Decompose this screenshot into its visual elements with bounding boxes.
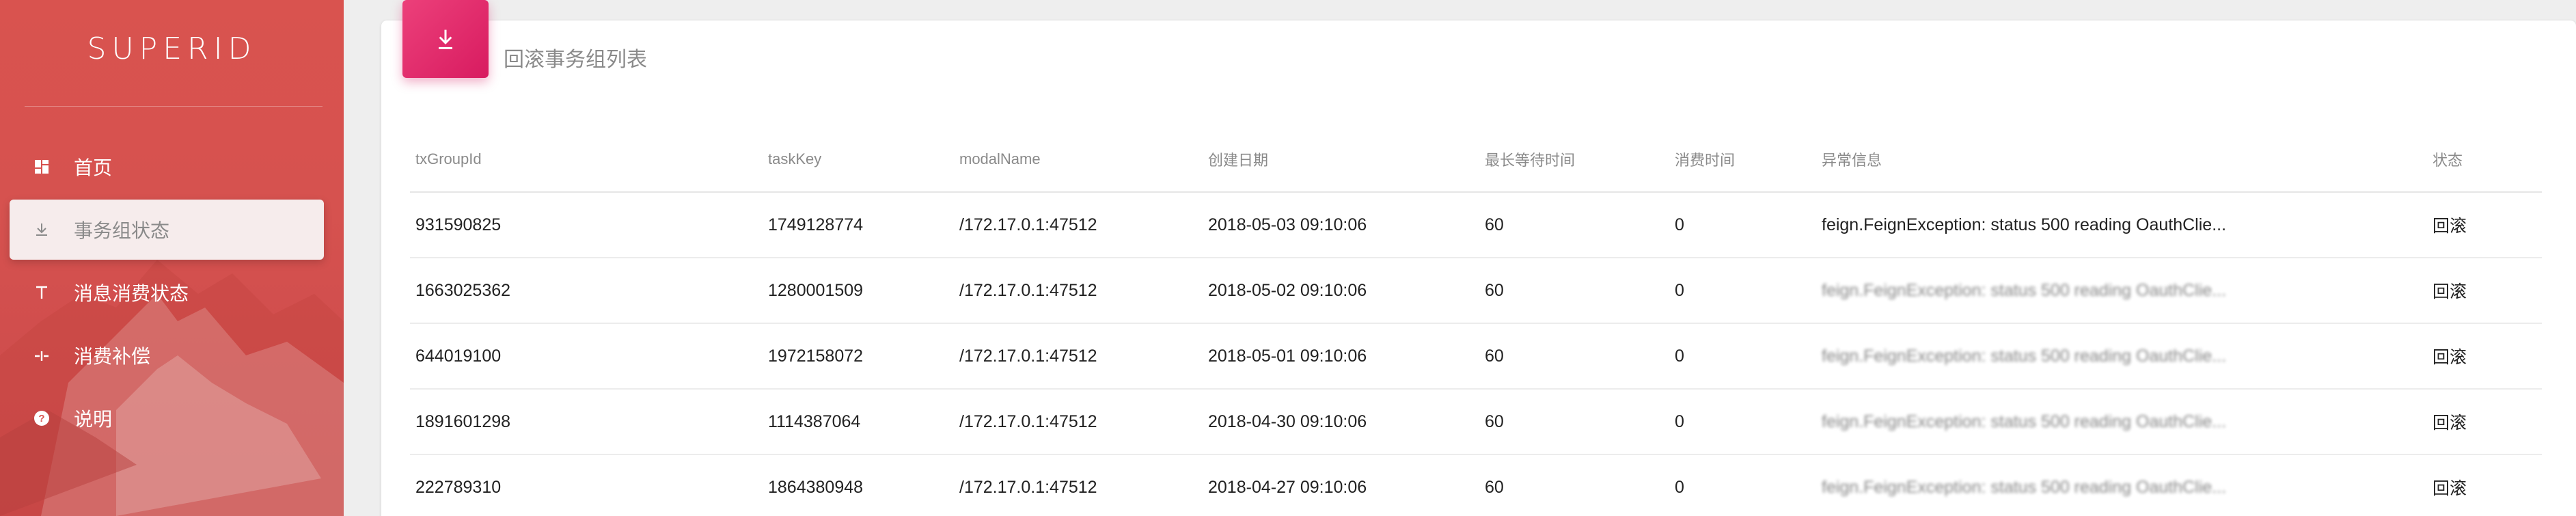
sidebar-item-label: 事务组状态 xyxy=(74,220,170,241)
dashboard-icon xyxy=(31,157,52,177)
sidebar-item-label: 首页 xyxy=(74,157,113,178)
column-header-max-wait[interactable]: 最长等待时间 xyxy=(1485,127,1662,191)
text-icon xyxy=(31,282,52,303)
modalname-cell: /172.17.0.1:47512 xyxy=(959,215,1097,234)
table-row[interactable]: 222789310 1864380948 /172.17.0.1:47512 2… xyxy=(410,455,2542,516)
sidebar-nav: 首页 事务组状态 消息消费状态 消费补偿 ? 说明 xyxy=(0,137,344,451)
error-cell: feign.FeignException: status 500 reading… xyxy=(1822,346,2227,366)
created-cell: 2018-04-27 09:10:06 xyxy=(1208,477,1367,497)
sidebar-item-home[interactable]: 首页 xyxy=(10,137,324,197)
table-row[interactable]: 931590825 1749128774 /172.17.0.1:47512 2… xyxy=(410,193,2542,258)
column-header-modalname[interactable]: modalName xyxy=(959,127,1198,191)
sidebar-item-tx-group-status[interactable]: 事务组状态 xyxy=(10,200,324,260)
modalname-cell: /172.17.0.1:47512 xyxy=(959,280,1097,300)
consume-time-cell: 0 xyxy=(1675,280,1684,300)
txgroupid-cell: 644019100 xyxy=(415,346,502,366)
created-cell: 2018-04-30 09:10:06 xyxy=(1208,411,1367,431)
column-header-error[interactable]: 异常信息 xyxy=(1822,127,2286,191)
column-header-status[interactable]: 状态 xyxy=(2433,127,2515,191)
taskkey-cell: 1749128774 xyxy=(768,215,864,234)
sidebar: SUPERID 首页 事务组状态 消息消费状态 消费补偿 ? 说明 xyxy=(0,0,344,516)
brand-divider xyxy=(25,106,323,107)
taskkey-cell: 1972158072 xyxy=(768,346,864,366)
error-cell: feign.FeignException: status 500 reading… xyxy=(1822,411,2227,431)
status-link[interactable]: 回滚 xyxy=(2433,193,2515,257)
modalname-cell: /172.17.0.1:47512 xyxy=(959,411,1097,431)
max-wait-cell: 60 xyxy=(1485,346,1504,366)
download-icon xyxy=(439,29,452,49)
error-cell: feign.FeignException: status 500 reading… xyxy=(1822,477,2227,497)
card-title: 回滚事务组列表 xyxy=(504,49,647,71)
brand-logo[interactable]: SUPERID xyxy=(0,31,344,66)
error-cell: feign.FeignException: status 500 reading… xyxy=(1822,215,2227,234)
consume-time-cell: 0 xyxy=(1675,346,1684,366)
sidebar-item-help[interactable]: ? 说明 xyxy=(10,388,324,448)
column-header-taskkey[interactable]: taskKey xyxy=(768,127,953,191)
status-link[interactable]: 回滚 xyxy=(2433,455,2515,516)
error-cell: feign.FeignException: status 500 reading… xyxy=(1822,280,2227,300)
consume-time-cell: 0 xyxy=(1675,411,1684,431)
max-wait-cell: 60 xyxy=(1485,215,1504,234)
created-cell: 2018-05-01 09:10:06 xyxy=(1208,346,1367,366)
taskkey-cell: 1114387064 xyxy=(768,411,861,431)
status-link[interactable]: 回滚 xyxy=(2433,390,2515,454)
created-cell: 2018-05-03 09:10:06 xyxy=(1208,215,1367,234)
txgroupid-cell: 222789310 xyxy=(415,477,502,497)
consume-time-cell: 0 xyxy=(1675,477,1684,497)
help-icon: ? xyxy=(31,408,52,429)
max-wait-cell: 60 xyxy=(1485,411,1504,431)
rollback-table: txGroupId taskKey modalName 创建日期 最长等待时间 … xyxy=(410,127,2542,516)
max-wait-cell: 60 xyxy=(1485,477,1504,497)
taskkey-cell: 1864380948 xyxy=(768,477,864,497)
taskkey-cell: 1280001509 xyxy=(768,280,864,300)
download-icon xyxy=(31,219,52,240)
column-header-consume-time[interactable]: 消费时间 xyxy=(1675,127,1811,191)
status-link[interactable]: 回滚 xyxy=(2433,258,2515,323)
consume-time-cell: 0 xyxy=(1675,215,1684,234)
sidebar-item-label: 消费补偿 xyxy=(74,346,151,367)
svg-text:?: ? xyxy=(38,413,44,424)
column-header-created[interactable]: 创建日期 xyxy=(1208,127,1475,191)
sidebar-item-label: 消息消费状态 xyxy=(74,283,189,304)
txgroupid-cell: 1891601298 xyxy=(415,411,511,431)
modalname-cell: /172.17.0.1:47512 xyxy=(959,477,1097,497)
compensate-icon xyxy=(31,345,52,366)
sidebar-item-label: 说明 xyxy=(74,409,113,430)
sidebar-item-compensate[interactable]: 消费补偿 xyxy=(10,325,324,385)
created-cell: 2018-05-02 09:10:06 xyxy=(1208,280,1367,300)
sidebar-item-message-status[interactable]: 消息消费状态 xyxy=(10,262,324,323)
table-row[interactable]: 644019100 1972158072 /172.17.0.1:47512 2… xyxy=(410,324,2542,390)
table-row[interactable]: 1663025362 1280001509 /172.17.0.1:47512 … xyxy=(410,258,2542,324)
status-link[interactable]: 回滚 xyxy=(2433,324,2515,388)
modalname-cell: /172.17.0.1:47512 xyxy=(959,346,1097,366)
max-wait-cell: 60 xyxy=(1485,280,1504,300)
column-header-txgroupid[interactable]: txGroupId xyxy=(415,127,757,191)
txgroupid-cell: 1663025362 xyxy=(415,280,511,300)
txgroupid-cell: 931590825 xyxy=(415,215,502,234)
table-row[interactable]: 1891601298 1114387064 /172.17.0.1:47512 … xyxy=(410,390,2542,455)
table-header: txGroupId taskKey modalName 创建日期 最长等待时间 … xyxy=(410,127,2542,193)
card-header-icon xyxy=(402,0,489,78)
